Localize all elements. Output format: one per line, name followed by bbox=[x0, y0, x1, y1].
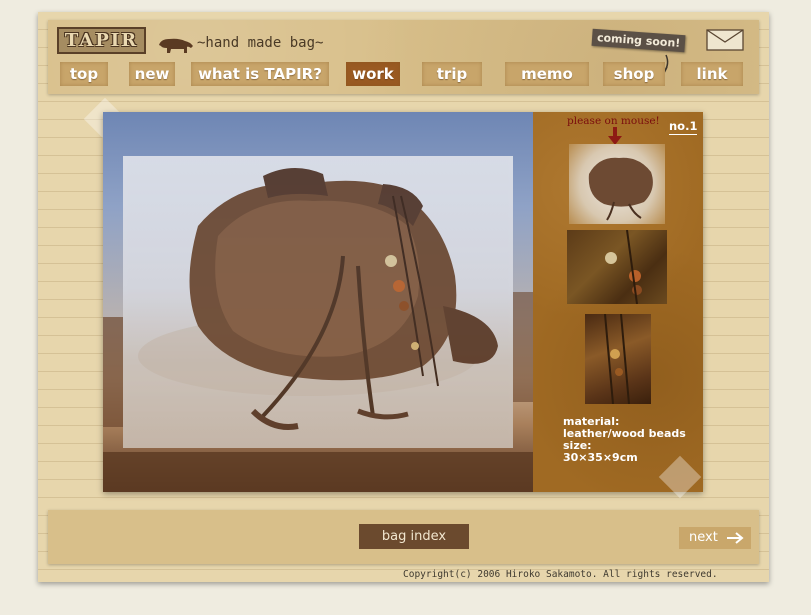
bag-index-button[interactable]: bag index bbox=[359, 524, 469, 549]
nav-link[interactable]: link bbox=[681, 62, 743, 86]
tapir-logo[interactable]: TAPIR bbox=[57, 27, 146, 54]
bag-thumbnail-image bbox=[588, 157, 653, 221]
main-content: please on mouse! no.1 material: leather/… bbox=[103, 112, 703, 492]
nav-shop[interactable]: shop bbox=[603, 62, 665, 86]
nav-work[interactable]: work bbox=[346, 62, 400, 86]
side-panel: please on mouse! no.1 material: leather/… bbox=[533, 112, 703, 492]
nav-new[interactable]: new bbox=[129, 62, 175, 86]
copyright-text: Copyright(c) 2006 Hiroko Sakamoto. All r… bbox=[403, 569, 718, 580]
hover-hint: please on mouse! bbox=[567, 115, 660, 127]
bag-closeup-image bbox=[604, 313, 630, 405]
down-arrow-icon bbox=[608, 127, 622, 145]
mail-icon[interactable] bbox=[706, 29, 744, 51]
material-info: material: leather/wood beads size: 30×35… bbox=[563, 416, 686, 464]
photo-inset bbox=[123, 156, 513, 448]
item-number: no.1 bbox=[669, 119, 698, 135]
tapir-icon bbox=[159, 38, 193, 53]
nav-memo[interactable]: memo bbox=[505, 62, 589, 86]
thumbnail-2[interactable] bbox=[567, 229, 667, 305]
bag-detail-image bbox=[605, 229, 642, 305]
nav-top[interactable]: top bbox=[60, 62, 108, 86]
next-label: next bbox=[689, 530, 718, 545]
next-button[interactable]: next bbox=[679, 527, 751, 549]
bag-photo bbox=[103, 112, 533, 492]
thumbnail-3[interactable] bbox=[585, 313, 651, 405]
nav-trip[interactable]: trip bbox=[422, 62, 482, 86]
nav-what-is-tapir[interactable]: what is TAPIR? bbox=[191, 62, 329, 86]
leather-bag-image bbox=[138, 167, 498, 430]
thumbnail-1[interactable] bbox=[569, 144, 665, 224]
tagline: ~hand made bag~ bbox=[197, 35, 324, 51]
arrow-right-icon bbox=[726, 531, 744, 544]
size-value: 30×35×9cm bbox=[563, 451, 638, 464]
